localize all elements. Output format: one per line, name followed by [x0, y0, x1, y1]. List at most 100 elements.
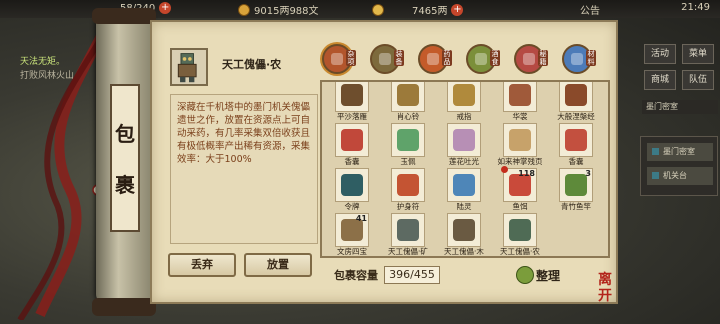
item-slot: [391, 213, 425, 247]
item-slot: [503, 123, 537, 157]
item-grid: 平沙落雁 肖心铃 戒指 华裳 大般涅槃经 香囊 玉佩 莲花吐光 如来神掌残页 香囊 令牌 护身符 陆灵 1…: [328, 82, 608, 256]
scroll-cap-bottom: [92, 298, 156, 316]
capacity-display: 包裹容量 396/455: [334, 266, 440, 284]
sort-bag-icon: [516, 266, 534, 284]
tab-medicine[interactable]: 药品: [418, 44, 452, 74]
inventory-item[interactable]: 天工傀儡·农: [496, 213, 544, 256]
new-item-badge: [501, 166, 508, 173]
item-slot: [503, 213, 537, 247]
inventory-item[interactable]: 香囊: [552, 123, 600, 166]
inventory-item[interactable]: 华裳: [496, 82, 544, 121]
tab-weapon[interactable]: 装备: [370, 44, 404, 74]
tab-label: 材料: [586, 50, 596, 66]
jade-icon: [397, 129, 419, 151]
time-value: 21:49: [681, 2, 710, 13]
shop-button[interactable]: 商城: [644, 70, 676, 90]
item-slot: [391, 123, 425, 157]
item-slot: [391, 82, 425, 112]
inventory-item[interactable]: 戒指: [440, 82, 488, 121]
item-slot: [559, 123, 593, 157]
item-count: 41: [355, 214, 367, 223]
item-name: 青竹鱼竿: [561, 202, 591, 211]
item-name: 玉佩: [400, 157, 416, 166]
leave-seal-text: 离开: [598, 272, 612, 304]
puppet-icon: [397, 219, 419, 241]
money-value: 9015两988文: [254, 6, 319, 17]
item-slot: 118: [501, 166, 537, 202]
book-icon: [565, 84, 587, 106]
place-button[interactable]: 放置: [244, 253, 312, 277]
charm-icon: [397, 174, 419, 196]
inventory-item[interactable]: 莲花吐光: [440, 123, 488, 166]
item-name: 肖心铃: [396, 112, 420, 121]
crystal-icon: [571, 53, 583, 65]
item-slot: [447, 82, 481, 112]
inventory-item[interactable]: 118 鱼饵: [496, 166, 544, 211]
discard-button[interactable]: 丢弃: [168, 253, 236, 277]
item-slot: [335, 123, 369, 157]
item-count: 3: [585, 169, 591, 178]
item-count: 118: [518, 169, 535, 178]
item-name: 如来神掌残页: [497, 157, 543, 166]
cloth-icon: [509, 84, 531, 106]
add-gold-button[interactable]: +: [451, 3, 464, 16]
gold-value: 7465两: [412, 6, 448, 17]
add-stamina-button[interactable]: +: [159, 2, 172, 14]
inventory-item[interactable]: 玉佩: [384, 123, 432, 166]
rod-icon: [565, 174, 587, 196]
item-slot: [335, 168, 369, 202]
inventory-item[interactable]: 大般涅槃经: [552, 82, 600, 121]
token-icon: [341, 174, 363, 196]
inventory-item[interactable]: 陆灵: [440, 168, 488, 211]
location-label: 墨门密室: [642, 100, 718, 114]
item-description: 深藏在千机塔中的墨门机关傀儡遗世之作，放置在资源点上可自动采药，有几率采集双倍收…: [170, 94, 318, 244]
item-grid-container[interactable]: 平沙落雁 肖心铃 戒指 华裳 大般涅槃经 香囊 玉佩 莲花吐光 如来神掌残页 香囊 令牌 护身符 陆灵 1…: [320, 80, 610, 258]
item-name: 平沙落雁: [337, 112, 367, 121]
inventory-item[interactable]: 3 青竹鱼竿: [552, 168, 600, 211]
item-slot: [335, 82, 369, 112]
sort-button[interactable]: 整理: [516, 263, 566, 287]
inventory-title-char-1: 包: [115, 122, 135, 146]
food-icon: [475, 53, 487, 65]
tab-bag[interactable]: 杂项: [322, 44, 356, 74]
item-name: 文房四宝: [337, 247, 367, 256]
item-name: 香囊: [344, 157, 360, 166]
tab-book[interactable]: 秘籍: [514, 44, 548, 74]
item-name: 莲花吐光: [449, 157, 479, 166]
blade-icon: [453, 174, 475, 196]
item-name: 护身符: [396, 202, 420, 211]
notice-button[interactable]: 公告: [580, 2, 600, 17]
inventory-item[interactable]: 香囊: [328, 123, 376, 166]
side-row-mechanism-table[interactable]: 机关台: [647, 167, 713, 185]
item-name: 戒指: [456, 112, 472, 121]
weapon-icon: [379, 53, 391, 65]
capacity-label: 包裹容量: [334, 269, 378, 282]
inventory-item[interactable]: 平沙落雁: [328, 82, 376, 121]
book-icon: [523, 53, 535, 65]
item-name: 天工傀儡·木: [444, 247, 484, 256]
puppet-icon: [177, 53, 197, 83]
team-button[interactable]: 队伍: [682, 70, 714, 90]
coin-icon: [238, 3, 250, 16]
inventory-item[interactable]: 天工傀儡·矿: [384, 213, 432, 256]
puppet-icon: [509, 219, 531, 241]
inventory-item[interactable]: 天工傀儡·木: [440, 213, 488, 256]
item-name: 陆灵: [456, 202, 472, 211]
bag-icon: [331, 53, 343, 65]
side-location-panel: 墨门密室 机关台: [640, 136, 718, 196]
inventory-item[interactable]: 护身符: [384, 168, 432, 211]
menu-button[interactable]: 菜单: [682, 44, 714, 64]
inventory-item[interactable]: 令牌: [328, 168, 376, 211]
item-slot: [503, 82, 537, 112]
tab-food[interactable]: 酒食: [466, 44, 500, 74]
side-row-mo-gate-chamber[interactable]: 墨门密室: [647, 143, 713, 161]
inventory-title-char-2: 裹: [115, 173, 135, 197]
inventory-item[interactable]: 肖心铃: [384, 82, 432, 121]
tab-crystal[interactable]: 材料: [562, 44, 596, 74]
activity-button[interactable]: 活动: [644, 44, 676, 64]
inventory-item[interactable]: 41 文房四宝: [328, 213, 376, 256]
page-icon: [509, 129, 531, 151]
inventory-item[interactable]: 如来神掌残页: [496, 123, 544, 166]
leave-seal-button[interactable]: 离开: [598, 272, 622, 304]
item-name: 令牌: [344, 202, 360, 211]
